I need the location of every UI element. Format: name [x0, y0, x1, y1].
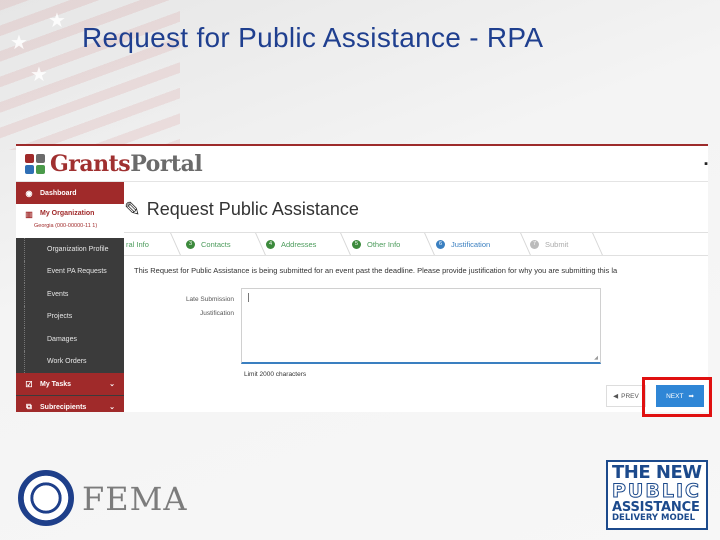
step-number: 3: [186, 239, 195, 249]
step-number: 5: [352, 239, 361, 249]
step-addresses[interactable]: 4 Addresses: [266, 233, 316, 255]
hierarchy-icon: ⧉: [26, 402, 32, 411]
arrow-left-icon: ◀: [613, 393, 619, 400]
field-label-justification: Justification: [200, 310, 234, 317]
sidebar-item-event-pa-requests[interactable]: Event PA Requests: [24, 260, 124, 283]
prev-button[interactable]: ◀ PREV: [606, 385, 646, 407]
wizard-stepper: ral Info 3 Contacts 4 Addresses 5 Other …: [124, 232, 708, 256]
sidebar-item-dashboard[interactable]: ◉ Dashboard: [16, 182, 124, 204]
bank-icon: ▥: [25, 210, 33, 219]
field-label-late-submission: Late Submission: [185, 296, 234, 303]
menu-icon[interactable]: ▪: [704, 158, 708, 170]
chevron-down-icon: ⌄: [109, 404, 115, 411]
pa-delivery-model-logo: THE NEW PUBLIC ASSISTANCE DELIVERY MODEL: [606, 460, 708, 530]
late-submission-notice: This Request for Public Assistance is be…: [134, 266, 618, 275]
sidebar-item-my-organization[interactable]: ▥ My Organization Georgia (000-00000-11 …: [16, 204, 124, 238]
grants-portal-logo-icon: [25, 154, 47, 174]
sidebar-item-my-tasks[interactable]: ☑ My Tasks ⌄: [16, 373, 124, 395]
star-decoration: ★: [30, 64, 48, 86]
page-title: Request Public Assistance: [146, 198, 359, 219]
sidebar-item-label: My Tasks: [40, 380, 71, 388]
main-content: ✎ Request Public Assistance ral Info 3 C…: [124, 182, 708, 412]
sidebar-item-work-orders[interactable]: Work Orders: [24, 350, 124, 373]
step-number: 6: [436, 239, 445, 249]
dashboard-icon: ◉: [25, 188, 33, 198]
step-label: Submit: [545, 239, 569, 249]
step-other-info[interactable]: 5 Other Info: [352, 233, 400, 255]
step-number: 4: [266, 239, 275, 249]
sidebar-item-damages[interactable]: Damages: [24, 328, 124, 351]
pa-logo-line: PUBLIC: [612, 480, 701, 502]
text-caret: [248, 293, 249, 302]
next-button-highlight: [642, 377, 712, 417]
sidebar-item-label: Subrecipients: [40, 403, 87, 411]
justification-textarea[interactable]: ◢: [241, 288, 601, 364]
step-label: Addresses: [281, 239, 317, 249]
resize-grip-icon[interactable]: ◢: [594, 355, 598, 361]
character-limit-hint: Limit 2000 characters: [244, 371, 307, 378]
sidebar-item-label: My Organization: [40, 210, 95, 217]
step-label: Other Info: [367, 239, 401, 249]
edit-icon: ✎: [124, 198, 141, 221]
prev-button-label: PREV: [621, 392, 639, 400]
sidebar-item-subrecipients[interactable]: ⧉ Subrecipients ⌄: [16, 396, 124, 412]
step-number: 7: [530, 239, 539, 249]
dhs-seal-icon: [18, 470, 74, 526]
star-decoration: ★: [10, 32, 28, 54]
checkbox-icon: ☑: [25, 379, 33, 389]
step-label: Justification: [451, 239, 491, 249]
fema-logo-text: FEMA: [82, 480, 188, 518]
step-general-info[interactable]: ral Info: [126, 233, 149, 255]
sidebar-item-label: Dashboard: [40, 189, 77, 197]
step-label: ral Info: [126, 239, 149, 249]
grants-portal-logo-text: GrantsPortal: [50, 151, 203, 177]
sidebar-item-events[interactable]: Events: [24, 283, 124, 306]
sidebar-item-projects[interactable]: Projects: [24, 305, 124, 328]
sidebar-item-organization-profile[interactable]: Organization Profile: [24, 238, 124, 261]
top-bar: GrantsPortal ▪: [16, 146, 708, 182]
step-justification[interactable]: 6 Justification: [436, 233, 490, 255]
step-label: Contacts: [201, 239, 231, 249]
organization-id: Georgia (000-00000-11 1): [34, 223, 98, 229]
star-decoration: ★: [48, 10, 66, 32]
sidebar: ◉ Dashboard ▥ My Organization Georgia (0…: [16, 182, 124, 412]
step-submit[interactable]: 7 Submit: [530, 233, 568, 255]
step-contacts[interactable]: 3 Contacts: [186, 233, 231, 255]
grants-portal-screenshot: GrantsPortal ▪ ◉ Dashboard ▥ My Organiza…: [16, 144, 708, 412]
slide-title: Request for Public Assistance - RPA: [82, 22, 544, 53]
pa-logo-line: DELIVERY MODEL: [612, 513, 695, 523]
chevron-down-icon: ⌄: [109, 381, 115, 388]
page-header: ✎ Request Public Assistance: [124, 196, 359, 222]
